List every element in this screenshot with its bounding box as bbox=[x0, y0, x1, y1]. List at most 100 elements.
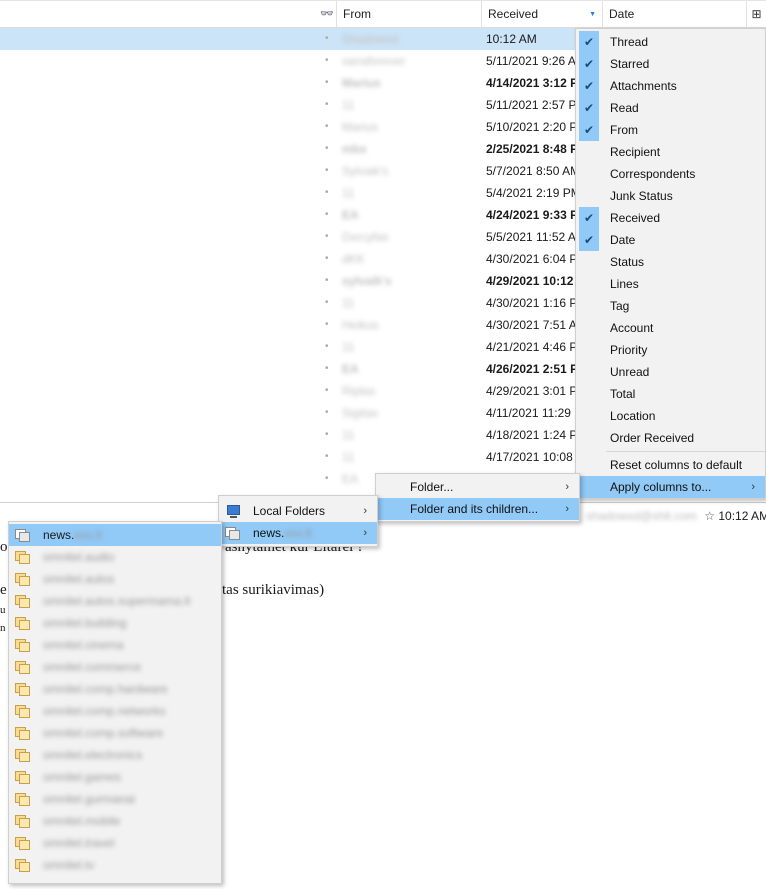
column-option-from[interactable]: ✔ From bbox=[576, 119, 765, 141]
column-option-correspondents[interactable]: Correspondents bbox=[576, 163, 765, 185]
read-dot-icon[interactable]: • bbox=[325, 270, 329, 292]
column-option-total[interactable]: Total bbox=[576, 383, 765, 405]
column-from[interactable]: From bbox=[336, 1, 481, 28]
read-dot-icon[interactable]: • bbox=[325, 138, 329, 160]
newsgroup-item[interactable]: omnitel.games bbox=[9, 766, 221, 788]
column-option-lines[interactable]: Lines bbox=[576, 273, 765, 295]
reset-columns-label: Reset columns to default bbox=[610, 458, 743, 472]
read-dot-icon[interactable]: • bbox=[325, 446, 329, 468]
folder-icon bbox=[15, 793, 30, 806]
newsgroup-item[interactable]: omnitel.autos.supermama.lt bbox=[9, 590, 221, 612]
row-from: 11 bbox=[342, 450, 355, 464]
read-dot-icon[interactable]: • bbox=[325, 402, 329, 424]
reset-columns-item[interactable]: Reset columns to default bbox=[576, 454, 765, 476]
column-option-attachments[interactable]: ✔ Attachments bbox=[576, 75, 765, 97]
local-folders-item[interactable]: Local Folders › bbox=[219, 500, 377, 522]
newsgroup-item[interactable]: omnitel.comp.software bbox=[9, 722, 221, 744]
read-dot-icon[interactable]: • bbox=[325, 248, 329, 270]
column-option-recipient[interactable]: Recipient bbox=[576, 141, 765, 163]
newsgroup-item[interactable]: omnitel.comp.hardware bbox=[9, 678, 221, 700]
newsgroup-item[interactable]: omnitel.mobile bbox=[9, 810, 221, 832]
column-option-starred[interactable]: ✔ Starred bbox=[576, 53, 765, 75]
read-dot-icon[interactable]: • bbox=[325, 424, 329, 446]
folder-icon bbox=[15, 727, 30, 740]
read-dot-icon[interactable]: • bbox=[325, 204, 329, 226]
folder-icon bbox=[15, 617, 30, 630]
read-dot-icon[interactable]: • bbox=[325, 50, 329, 72]
apply-folder-item[interactable]: Folder... › bbox=[376, 476, 579, 498]
read-dot-icon[interactable]: • bbox=[325, 314, 329, 336]
read-dot-icon[interactable]: • bbox=[325, 182, 329, 204]
read-dot-icon[interactable]: • bbox=[325, 468, 329, 490]
column-option-received[interactable]: ✔ Received bbox=[576, 207, 765, 229]
column-option-read[interactable]: ✔ Read bbox=[576, 97, 765, 119]
column-option-status[interactable]: Status bbox=[576, 251, 765, 273]
newsgroup-item[interactable]: omnitel.gurmanai bbox=[9, 788, 221, 810]
newsgroup-item[interactable]: omnitel.electronics bbox=[9, 744, 221, 766]
newsgroup-item[interactable]: omnitel.audio bbox=[9, 546, 221, 568]
newsgroup-item[interactable]: omnitel.tv bbox=[9, 854, 221, 876]
newsgroup-item[interactable]: omnitel.travel bbox=[9, 832, 221, 854]
news-account-icon bbox=[225, 527, 240, 540]
column-received[interactable]: Received ▼ bbox=[481, 1, 602, 28]
column-option-label: From bbox=[610, 123, 638, 137]
column-option-label: Attachments bbox=[610, 79, 677, 93]
glasses-icon[interactable]: 👓 bbox=[318, 1, 336, 28]
apply-columns-item[interactable]: Apply columns to... › bbox=[576, 476, 765, 498]
read-dot-icon[interactable]: • bbox=[325, 28, 329, 50]
read-dot-icon[interactable]: • bbox=[325, 116, 329, 138]
apply-columns-menu: Folder... › Folder and its children... › bbox=[375, 473, 580, 522]
star-icon[interactable]: ☆ bbox=[704, 509, 715, 523]
sender-address[interactable]: shadowxd@shit.com bbox=[586, 509, 697, 523]
column-date[interactable]: Date bbox=[602, 1, 746, 28]
news-server-host: xxx.lt bbox=[74, 528, 102, 542]
newsgroup-item[interactable]: omnitel.commerce bbox=[9, 656, 221, 678]
row-from: Shadowxd bbox=[342, 32, 399, 46]
folder-icon bbox=[15, 661, 30, 674]
column-header: 👓 From Received ▼ Date ⊞ bbox=[0, 0, 766, 28]
read-dot-icon[interactable]: • bbox=[325, 358, 329, 380]
newsgroup-label: omnitel.electronics bbox=[43, 748, 143, 762]
folder-icon bbox=[15, 639, 30, 652]
newsgroup-item[interactable]: omnitel.cinema bbox=[9, 634, 221, 656]
column-option-priority[interactable]: Priority bbox=[576, 339, 765, 361]
news-server-item[interactable]: news.xxx.lt bbox=[9, 524, 221, 546]
news-account-host: xxx.lt bbox=[284, 526, 312, 540]
news-server-label: news. bbox=[43, 528, 75, 542]
account-menu: Local Folders › news.xxx.lt › bbox=[218, 495, 378, 547]
column-option-junk-status[interactable]: Junk Status bbox=[576, 185, 765, 207]
column-option-unread[interactable]: Unread bbox=[576, 361, 765, 383]
column-picker-icon[interactable]: ⊞ bbox=[746, 1, 766, 28]
news-account-item[interactable]: news.xxx.lt › bbox=[219, 522, 377, 544]
sort-down-icon: ▼ bbox=[589, 11, 596, 18]
local-folders-label: Local Folders bbox=[253, 504, 326, 518]
column-option-location[interactable]: Location bbox=[576, 405, 765, 427]
apply-folder-children-item[interactable]: Folder and its children... › bbox=[376, 498, 579, 520]
chevron-right-icon: › bbox=[565, 503, 569, 515]
body-line-2: tas surikiavimas) bbox=[222, 582, 325, 598]
column-option-account[interactable]: Account bbox=[576, 317, 765, 339]
newsgroup-item[interactable]: omnitel.building bbox=[9, 612, 221, 634]
newsgroup-item[interactable]: omnitel.autos bbox=[9, 568, 221, 590]
read-dot-icon[interactable]: • bbox=[325, 160, 329, 182]
read-dot-icon[interactable]: • bbox=[325, 226, 329, 248]
column-option-thread[interactable]: ✔ Thread bbox=[576, 31, 765, 53]
folder-icon bbox=[15, 551, 30, 564]
column-option-order-received[interactable]: Order Received bbox=[576, 427, 765, 449]
newsgroup-menu: news.xxx.lt omnitel.audio omnitel.autos om… bbox=[8, 521, 222, 884]
read-dot-icon[interactable]: • bbox=[325, 94, 329, 116]
row-from: Marius bbox=[342, 76, 381, 90]
column-option-date[interactable]: ✔ Date bbox=[576, 229, 765, 251]
row-from: Heikus bbox=[342, 318, 379, 332]
read-dot-icon[interactable]: • bbox=[325, 336, 329, 358]
column-date-label: Date bbox=[609, 7, 635, 21]
read-dot-icon[interactable]: • bbox=[325, 292, 329, 314]
newsgroup-label: omnitel.travel bbox=[43, 836, 115, 850]
newsgroup-item[interactable]: omnitel.comp.networks bbox=[9, 700, 221, 722]
folder-icon bbox=[15, 573, 30, 586]
body-edge-1: o bbox=[0, 539, 8, 555]
read-dot-icon[interactable]: • bbox=[325, 72, 329, 94]
newsgroup-label: omnitel.building bbox=[43, 616, 127, 630]
read-dot-icon[interactable]: • bbox=[325, 380, 329, 402]
column-option-tag[interactable]: Tag bbox=[576, 295, 765, 317]
